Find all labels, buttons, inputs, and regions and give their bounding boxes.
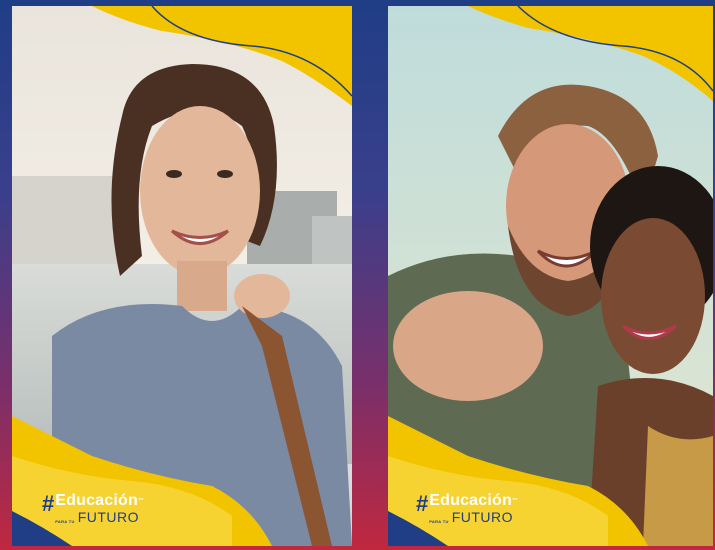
brand-futuro-text: FUTURO [77,509,140,525]
brand-logo-educacion: # Educación™ PARA TU FUTURO [42,491,145,525]
photo-frame-couple: # Educación™ PARA TU FUTURO [388,6,713,546]
brand-educacion-text: Educación™ [55,492,145,509]
photo-woman-selfie [12,6,352,546]
brand-para-tu-text: PARA TU [55,519,75,524]
brand-educacion-text: Educación™ [429,492,519,509]
brand-futuro-text: FUTURO [451,509,514,525]
hashtag-symbol: # [42,491,55,516]
photo-couple-selfie [388,6,713,546]
photo-frame-woman: # Educación™ PARA TU FUTURO [12,6,352,546]
brand-logo-educacion: # Educación™ PARA TU FUTURO [416,491,519,525]
brand-para-tu-text: PARA TU [429,519,449,524]
hashtag-symbol: # [416,491,429,516]
